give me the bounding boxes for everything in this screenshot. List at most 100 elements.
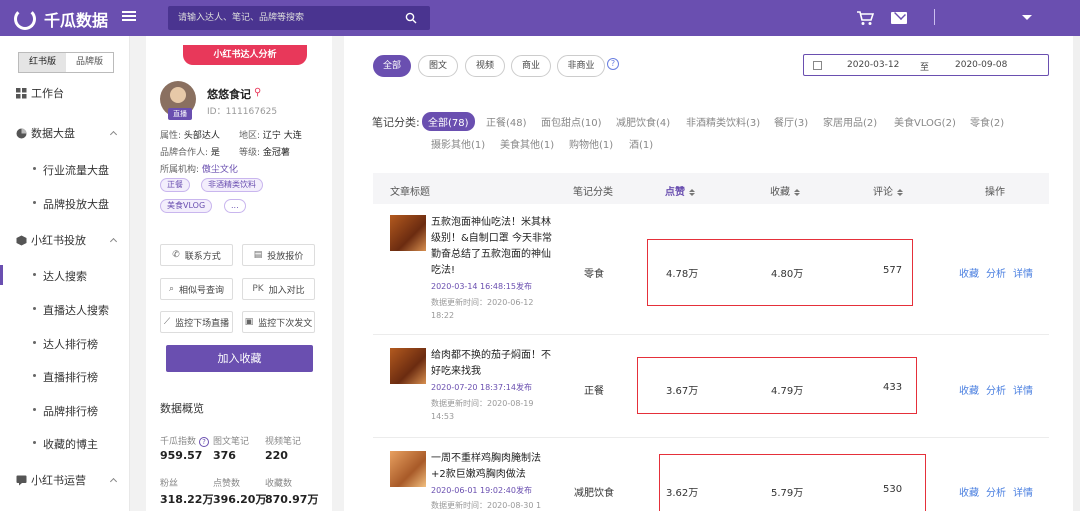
chat-icon — [16, 475, 27, 485]
scrollbar[interactable] — [1073, 36, 1080, 511]
filter-non-commercial[interactable]: 非商业 — [557, 55, 605, 77]
filter-image-text[interactable]: 图文 — [418, 55, 458, 77]
category-chip[interactable]: 购物他(1) — [569, 136, 613, 151]
sidebar-item-industry-traffic[interactable]: 行业流量大盘 — [0, 159, 130, 179]
user-menu-caret-icon[interactable] — [1022, 15, 1032, 20]
logo-icon — [14, 8, 36, 30]
sidebar-item-live-ranking[interactable]: 直播排行榜 — [0, 366, 130, 386]
quote-button[interactable]: ▤ 投放报价 — [242, 244, 315, 266]
category-chip[interactable]: 零食(2) — [970, 114, 1004, 129]
menu-toggle-icon[interactable] — [122, 9, 136, 23]
button-label: 加入对比 — [268, 285, 305, 296]
search-input[interactable] — [168, 6, 392, 30]
detail-link[interactable]: 详情 — [1013, 484, 1033, 499]
note-thumbnail[interactable] — [390, 215, 426, 251]
meta-label: 品牌合作人: — [160, 148, 209, 158]
category-chip[interactable]: 全部(78) — [422, 112, 475, 131]
favorite-link[interactable]: 收藏 — [959, 484, 979, 499]
help-icon[interactable]: ? — [607, 58, 619, 70]
brand-coop-meta: 品牌合作人: 是 — [160, 145, 220, 158]
sidebar-item-favorite-bloggers[interactable]: 收藏的博主 — [0, 433, 130, 453]
analyze-link[interactable]: 分析 — [986, 484, 1006, 499]
more-tags-button[interactable]: ... — [224, 199, 246, 213]
add-favorite-button[interactable]: 加入收藏 — [166, 345, 313, 372]
favorite-link[interactable]: 收藏 — [959, 265, 979, 280]
note-thumbnail[interactable] — [390, 348, 426, 384]
category-chip[interactable]: 美食其他(1) — [500, 136, 554, 151]
category-chip[interactable]: 美食VLOG(2) — [894, 114, 956, 129]
logo[interactable]: 千瓜数据 — [14, 7, 108, 31]
sidebar-item-influencer-search[interactable]: 达人搜索 — [0, 265, 130, 285]
tag[interactable]: 正餐 — [160, 178, 190, 192]
column-title: 文章标题 — [390, 187, 430, 198]
category-chip[interactable]: 面包甜点(10) — [541, 114, 602, 129]
column-favs[interactable]: 收藏 — [770, 183, 800, 198]
filter-commercial[interactable]: 商业 — [511, 55, 551, 77]
search-icon — [405, 12, 417, 24]
date-range-picker[interactable]: 2020-03-12 至 2020-09-08 — [803, 54, 1049, 76]
category-chip[interactable]: 减肥饮食(4) — [616, 114, 670, 129]
nickname: 悠悠食记 — [207, 88, 251, 101]
background — [332, 36, 344, 511]
sidebar-item-redbook-ops[interactable]: 小红书运营 — [0, 470, 130, 490]
category-chip[interactable]: 正餐(48) — [486, 114, 527, 129]
note-title[interactable]: 一周不重样鸡胸肉腌制法+2款巨嫩鸡胸肉做法 — [431, 451, 555, 483]
filter-video[interactable]: 视频 — [465, 55, 505, 77]
sidebar-item-brand-placement[interactable]: 品牌投放大盘 — [0, 193, 130, 213]
category-chip[interactable]: 家居用品(2) — [823, 114, 877, 129]
column-category: 笔记分类 — [573, 187, 613, 198]
note-date: 2020-07-20 18:37:14发布 — [431, 383, 532, 392]
contact-button[interactable]: ✆ 联系方式 — [160, 244, 233, 266]
sidebar-item-label: 小红书投放 — [31, 234, 86, 247]
category-chip[interactable]: 摄影其他(1) — [431, 136, 485, 151]
cart-icon[interactable] — [856, 10, 874, 26]
category-chip[interactable]: 餐厅(3) — [774, 114, 808, 129]
sidebar-item-brand-ranking[interactable]: 品牌排行榜 — [0, 400, 130, 420]
similar-search-button[interactable]: ⌕ 相似号查询 — [160, 278, 233, 300]
meta-value: 辽宁 大连 — [262, 131, 302, 141]
sidebar-item-workbench[interactable]: 工作台 — [0, 83, 130, 103]
note-thumbnail[interactable] — [390, 451, 426, 487]
note-title[interactable]: 五款泡面神仙吃法！米其林级别！&自制口罩 今天非常勤奋总结了五款泡面的神仙吃法! — [431, 215, 555, 279]
sidebar-item-live-search[interactable]: 直播达人搜索 — [0, 299, 130, 319]
monitor-live-button[interactable]: ⟋ 监控下场直播 — [160, 311, 233, 333]
note-date: 2020-06-01 19:02:40发布 — [431, 486, 532, 495]
attr-meta: 属性: 头部达人 — [160, 128, 220, 141]
stat-label: 点赞数 — [213, 479, 241, 489]
filter-all[interactable]: 全部 — [373, 55, 411, 77]
org-link[interactable]: 傲尘文化 — [202, 165, 238, 175]
category-chip[interactable]: 酒(1) — [629, 136, 653, 151]
stat-label-text: 千瓜指数 — [160, 437, 197, 447]
help-icon[interactable]: ? — [199, 437, 210, 447]
note-title[interactable]: 给肉都不换的茄子焖面！不好吃来找我 — [431, 348, 555, 380]
search-button[interactable] — [392, 6, 430, 30]
mail-icon[interactable] — [891, 12, 907, 24]
sidebar-item-data-dashboard[interactable]: 数据大盘 — [0, 123, 130, 143]
analyze-link[interactable]: 分析 — [986, 382, 1006, 397]
detail-link[interactable]: 详情 — [1013, 382, 1033, 397]
top-bar: 千瓜数据 — [0, 0, 1080, 36]
stat-label: 千瓜指数? — [160, 434, 210, 447]
start-date[interactable]: 2020-03-12 — [847, 60, 899, 70]
analyze-link[interactable]: 分析 — [986, 265, 1006, 280]
stat-value: 318.22万 — [160, 493, 214, 506]
tab-brand-version[interactable]: 品牌版 — [66, 53, 113, 72]
sidebar: 红书版 品牌版 工作台 数据大盘 行业流量大盘 品牌投放大盘 小红书投放 达人搜… — [0, 36, 130, 511]
compare-button[interactable]: PK 加入对比 — [242, 278, 315, 300]
sidebar-item-label: 品牌投放大盘 — [43, 198, 109, 211]
tag[interactable]: 非酒精类饮料 — [201, 178, 263, 192]
column-likes[interactable]: 点赞 — [665, 183, 695, 198]
tab-redbook-version[interactable]: 红书版 — [19, 53, 66, 72]
column-comments[interactable]: 评论 — [873, 183, 903, 198]
user-id: ID：111167625 — [207, 107, 278, 117]
monitor-post-button[interactable]: ▣ 监控下次发文 — [242, 311, 315, 333]
sidebar-item-influencer-ranking[interactable]: 达人排行榜 — [0, 333, 130, 353]
tag[interactable]: 美食VLOG — [160, 199, 213, 213]
highlight-box — [637, 357, 917, 414]
date-separator: 至 — [920, 63, 930, 73]
end-date[interactable]: 2020-09-08 — [955, 60, 1007, 70]
favorite-link[interactable]: 收藏 — [959, 382, 979, 397]
detail-link[interactable]: 详情 — [1013, 265, 1033, 280]
category-chip[interactable]: 非酒精类饮料(3) — [686, 114, 760, 129]
sidebar-item-redbook-placement[interactable]: 小红书投放 — [0, 230, 130, 250]
